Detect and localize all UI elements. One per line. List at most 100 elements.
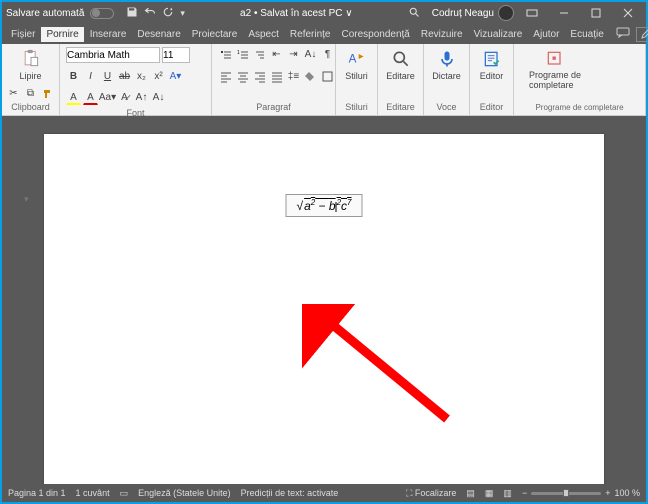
sort-button[interactable]: A↓	[303, 47, 318, 62]
document-area[interactable]: ▾ √a2 − b2c7	[2, 116, 646, 484]
shrink-font-button[interactable]: A↓	[151, 90, 166, 105]
zoom-in-button[interactable]: +	[605, 488, 610, 498]
zoom-control: − + 100 %	[522, 488, 640, 498]
bullets-button[interactable]	[218, 47, 233, 62]
menu-review[interactable]: Revizuire	[416, 27, 468, 42]
group-editing: Editare Editare	[378, 44, 424, 115]
svg-text:1: 1	[237, 50, 240, 56]
group-paragraph: 1 ⇤ ⇥ A↓ ¶ ‡≡ Paragraf	[212, 44, 336, 115]
font-color-button[interactable]: A	[83, 90, 98, 105]
format-painter-icon[interactable]	[40, 86, 55, 101]
zoom-level[interactable]: 100 %	[614, 488, 640, 498]
group-voice: Dictare Voce	[424, 44, 470, 115]
page[interactable]: √a2 − b2c7	[44, 134, 604, 484]
editing-button[interactable]: Editare	[384, 47, 417, 81]
editor-button[interactable]: Editor	[476, 47, 507, 81]
equation-box[interactable]: √a2 − b2c7	[285, 194, 362, 217]
page-count[interactable]: Pagina 1 din 1	[8, 488, 66, 498]
autosave-label: Salvare automată	[6, 8, 84, 19]
show-marks-button[interactable]: ¶	[320, 47, 335, 62]
change-case-button[interactable]: Aa▾	[100, 90, 115, 105]
menu-mailings[interactable]: Corespondență	[336, 27, 414, 42]
text-effects-button[interactable]: A▾	[168, 69, 183, 84]
svg-text:A: A	[348, 52, 356, 65]
language[interactable]: Engleză (Statele Unite)	[138, 488, 231, 498]
user-avatar[interactable]	[498, 5, 514, 21]
group-font: B I U ab x₂ x² A▾ A A Aa▾ A̷ A↑ A↓ Font	[60, 44, 212, 115]
comments-button[interactable]	[611, 25, 635, 43]
group-editor: Editor Editor	[470, 44, 514, 115]
menu-equation[interactable]: Ecuație	[565, 27, 608, 42]
focus-mode[interactable]: ⛶ Focalizare	[406, 488, 456, 499]
dictate-button[interactable]: Dictare	[430, 47, 463, 81]
menu-home[interactable]: Pornire	[41, 27, 83, 42]
superscript-button[interactable]: x²	[151, 69, 166, 84]
menu-design[interactable]: Proiectare	[187, 27, 243, 42]
undo-icon[interactable]	[144, 6, 156, 21]
menu-draw[interactable]: Desenare	[132, 27, 185, 42]
spell-check-icon[interactable]: ▭	[120, 488, 129, 499]
equation-content: a2 − b2c7	[303, 199, 351, 213]
paste-button[interactable]: Lipire	[12, 47, 50, 81]
align-center-button[interactable]	[235, 69, 250, 84]
line-spacing-button[interactable]: ‡≡	[286, 69, 301, 84]
menu-help[interactable]: Ajutor	[528, 27, 564, 42]
ribbon-mode-button[interactable]	[518, 2, 546, 24]
shading-button[interactable]	[303, 69, 318, 84]
align-left-button[interactable]	[218, 69, 233, 84]
word-count[interactable]: 1 cuvânt	[76, 488, 110, 498]
borders-button[interactable]	[320, 69, 335, 84]
app-window: Salvare automată ▾ a2 • Salvat în acest …	[2, 2, 646, 502]
search-icon[interactable]	[408, 6, 420, 21]
zoom-out-button[interactable]: −	[522, 488, 527, 498]
view-read-icon[interactable]: ▤	[466, 488, 475, 499]
italic-button[interactable]: I	[83, 69, 98, 84]
save-icon[interactable]	[126, 6, 138, 21]
saved-state: Salvat în acest PC	[260, 8, 342, 19]
align-right-button[interactable]	[252, 69, 267, 84]
menu-references[interactable]: Referințe	[285, 27, 336, 42]
editor-icon	[482, 49, 502, 69]
copy-icon[interactable]: ⧉	[23, 86, 38, 101]
justify-button[interactable]	[269, 69, 284, 84]
redo-icon[interactable]	[162, 6, 174, 21]
highlight-button[interactable]: A	[66, 90, 81, 105]
pencil-icon	[641, 29, 648, 39]
predictions[interactable]: Predicții de text: activate	[241, 488, 339, 498]
close-button[interactable]	[614, 2, 642, 24]
underline-button[interactable]: U	[100, 69, 115, 84]
page-break-indicator: ▾	[24, 194, 29, 205]
font-size-select[interactable]	[162, 47, 190, 63]
menu-insert[interactable]: Inserare	[85, 27, 132, 42]
radical-sign: √	[296, 199, 303, 213]
inc-indent-button[interactable]: ⇥	[286, 47, 301, 62]
menu-file[interactable]: Fișier	[6, 27, 40, 42]
dec-indent-button[interactable]: ⇤	[269, 47, 284, 62]
menu-bar: Fișier Pornire Inserare Desenare Proiect…	[2, 24, 646, 44]
menu-view[interactable]: Vizualizare	[469, 27, 528, 42]
minimize-button[interactable]	[550, 2, 578, 24]
group-styles: A Stiluri Stiluri	[336, 44, 378, 115]
group-addins: Programe de completare Programe de compl…	[514, 44, 646, 115]
editing-mode-button[interactable]: Editare ›	[636, 27, 648, 42]
menu-layout[interactable]: Aspect	[243, 27, 284, 42]
addins-button[interactable]: Programe de completare	[520, 47, 590, 91]
grow-font-button[interactable]: A↑	[134, 90, 149, 105]
mic-icon	[437, 49, 457, 69]
font-family-select[interactable]	[66, 47, 160, 63]
numbering-button[interactable]: 1	[235, 47, 250, 62]
clear-format-button[interactable]: A̷	[117, 90, 132, 105]
multilevel-button[interactable]	[252, 47, 267, 62]
cut-icon[interactable]: ✂	[6, 86, 21, 101]
view-print-icon[interactable]: ▦	[485, 488, 494, 499]
zoom-slider[interactable]	[531, 492, 601, 495]
user-name[interactable]: Codruț Neagu	[432, 8, 494, 19]
maximize-button[interactable]	[582, 2, 610, 24]
doc-name: a2	[240, 8, 251, 19]
styles-button[interactable]: A Stiluri	[342, 47, 371, 81]
subscript-button[interactable]: x₂	[134, 69, 149, 84]
bold-button[interactable]: B	[66, 69, 81, 84]
view-web-icon[interactable]: ▥	[503, 488, 512, 499]
autosave-toggle[interactable]	[90, 8, 114, 19]
strike-button[interactable]: ab	[117, 69, 132, 84]
